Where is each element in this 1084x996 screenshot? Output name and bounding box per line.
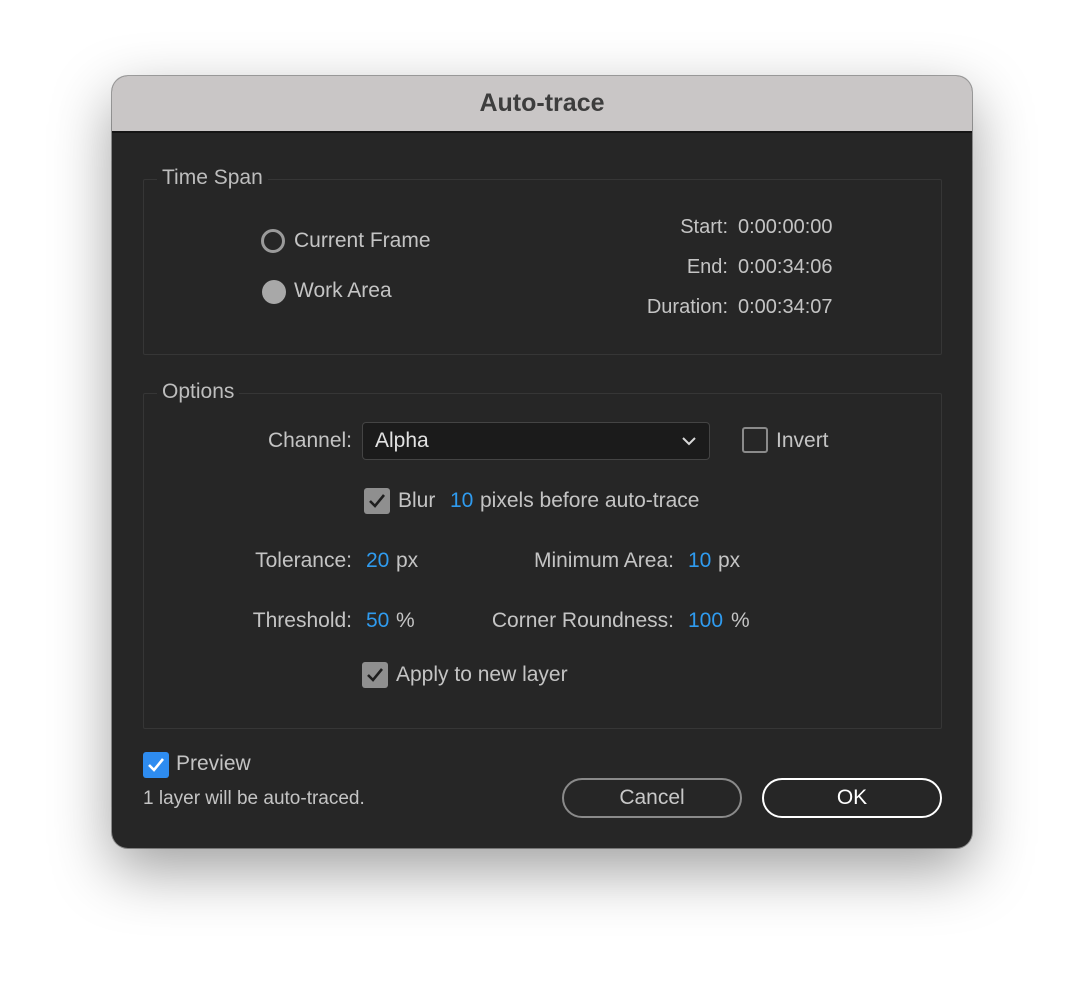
checkmark-icon [367,668,384,682]
time-span-group: Time Span Current Frame Work Area Start:… [143,165,942,355]
checkmark-icon [148,758,165,772]
corner-roundness-value[interactable]: 100 [688,608,723,634]
end-value: 0:00:34:06 [738,256,833,278]
radio-current-frame[interactable] [261,229,285,253]
options-group: Options Channel: Alpha Invert Blur 10 pi… [143,379,942,729]
auto-trace-dialog: Auto-trace Time Span Current Frame Work … [112,76,972,848]
blur-value[interactable]: 10 [450,488,473,514]
apply-new-layer-checkbox[interactable] [362,662,388,688]
tolerance-unit: px [396,549,419,572]
end-label: End: [686,256,728,278]
threshold-unit: % [396,609,415,632]
apply-new-layer-label[interactable]: Apply to new layer [396,662,568,688]
dialog-titlebar[interactable]: Auto-trace [112,76,972,133]
min-area-unit: px [718,549,741,572]
chevron-down-icon [682,437,696,446]
tolerance-label: Tolerance: [255,549,352,572]
blur-suffix: pixels before auto-trace [480,489,700,512]
status-text: 1 layer will be auto-traced. [143,788,365,809]
checkmark-icon [369,494,386,508]
blur-checkbox[interactable] [364,488,390,514]
time-span-label: Time Span [157,165,268,191]
start-label: Start: [680,216,728,238]
min-area-label: Minimum Area: [533,549,674,572]
preview-label[interactable]: Preview [176,751,251,777]
corner-roundness-unit: % [731,609,750,632]
channel-label: Channel: [267,429,352,452]
corner-roundness-label: Corner Roundness: [491,609,674,632]
min-area-value[interactable]: 10 [688,548,711,574]
duration-label: Duration: [646,296,728,318]
tolerance-value[interactable]: 20 [366,548,389,574]
dialog-title: Auto-trace [479,89,605,117]
blur-label[interactable]: Blur [398,488,435,514]
ok-button[interactable]: OK [762,778,942,818]
radio-work-area-label[interactable]: Work Area [294,278,392,304]
cancel-button[interactable]: Cancel [562,778,742,818]
preview-checkbox[interactable] [143,752,169,778]
channel-select[interactable]: Alpha [362,422,710,460]
invert-label[interactable]: Invert [776,428,829,454]
options-label: Options [157,379,240,405]
threshold-label: Threshold: [252,609,352,632]
invert-checkbox[interactable] [742,427,768,453]
duration-value: 0:00:34:07 [738,296,833,318]
start-value: 0:00:00:00 [738,216,833,238]
radio-work-area[interactable] [262,280,286,304]
threshold-value[interactable]: 50 [366,608,389,634]
channel-select-value: Alpha [375,429,429,452]
radio-current-frame-label[interactable]: Current Frame [294,228,431,254]
